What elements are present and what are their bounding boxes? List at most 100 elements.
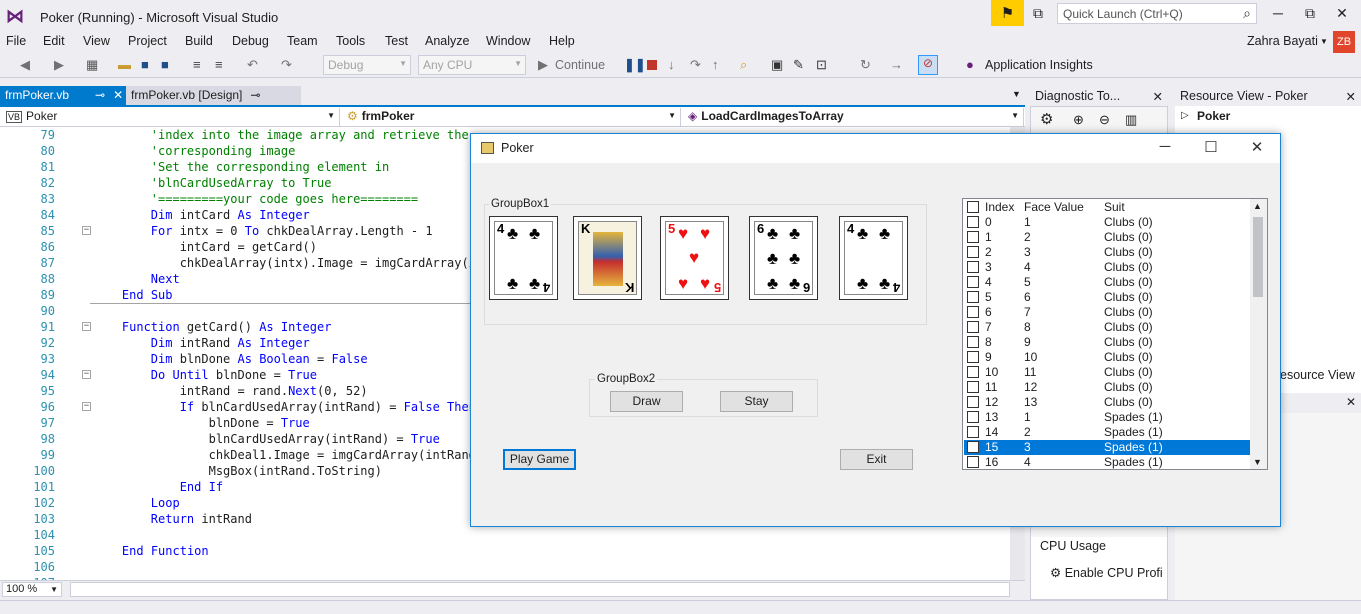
menu-project[interactable]: Project <box>128 34 167 48</box>
lock-icon[interactable]: ⊡ <box>816 57 827 73</box>
editor-horizontal-scrollbar[interactable] <box>70 582 1010 597</box>
refresh-icon[interactable]: ↻ <box>860 57 871 73</box>
list-item[interactable]: 6 7 Clubs (0) <box>964 305 1250 320</box>
list-item[interactable]: 15 3 Spades (1) <box>964 440 1250 455</box>
card-3[interactable]: 5 ♥ ♥ ♥ ♥ ♥ 5 <box>660 216 729 300</box>
find-icon[interactable]: ⌕ <box>740 57 747 73</box>
minimize-button[interactable]: ─ <box>1266 5 1290 25</box>
stop-icon[interactable] <box>647 60 657 70</box>
save-all-icon[interactable]: ■ <box>161 57 169 72</box>
list-item[interactable]: 2 3 Clubs (0) <box>964 245 1250 260</box>
configuration-select[interactable]: Debug ▼ <box>323 55 411 75</box>
notification-flag-icon[interactable]: ⚑ <box>991 0 1024 26</box>
column-face-value[interactable]: Face Value <box>1024 200 1084 215</box>
scroll-down-icon[interactable]: ▼ <box>1253 457 1262 467</box>
collapse-icon[interactable]: − <box>82 370 91 379</box>
tab-frmpoker-design[interactable]: frmPoker.vb [Design] ⊸ <box>126 86 301 105</box>
class-select[interactable]: ⚙ frmPoker ▼ <box>343 108 681 126</box>
diagnostic-tools-header[interactable]: Diagnostic To... ✕ <box>1030 86 1168 106</box>
forward-icon[interactable]: ▶ <box>54 57 64 73</box>
menu-team[interactable]: Team <box>287 34 318 48</box>
application-insights-button[interactable]: Application Insights <box>985 58 1093 72</box>
exit-button[interactable]: Exit <box>840 449 913 470</box>
menu-test[interactable]: Test <box>385 34 408 48</box>
close-icon[interactable]: ✕ <box>1153 89 1163 104</box>
tab-overflow-icon[interactable]: ▼ <box>1012 89 1021 99</box>
user-name[interactable]: Zahra Bayati <box>1247 34 1318 48</box>
step-out-icon[interactable]: ↑ <box>712 57 719 72</box>
pin-icon[interactable]: ⊸ <box>250 88 260 102</box>
list-item[interactable]: 5 6 Clubs (0) <box>964 290 1250 305</box>
row-checkbox[interactable] <box>967 216 979 228</box>
row-checkbox[interactable] <box>967 231 979 243</box>
menu-edit[interactable]: Edit <box>43 34 65 48</box>
continue-button[interactable]: Continue <box>555 58 605 72</box>
list-item[interactable]: 0 1 Clubs (0) <box>964 215 1250 230</box>
menu-debug[interactable]: Debug <box>232 34 269 48</box>
code-line[interactable]: 105 End Function <box>0 544 1010 560</box>
uncomment-icon[interactable]: ≡ <box>215 57 223 72</box>
menu-help[interactable]: Help <box>549 34 575 48</box>
chart-icon[interactable]: ▥ <box>1125 112 1137 128</box>
maximize-button[interactable]: ⧉ <box>1298 5 1322 25</box>
collapse-icon[interactable]: − <box>82 322 91 331</box>
list-scrollbar[interactable]: ▲ ▼ <box>1250 199 1267 469</box>
list-item[interactable]: 1 2 Clubs (0) <box>964 230 1250 245</box>
platform-select[interactable]: Any CPU ▼ <box>418 55 526 75</box>
menu-tools[interactable]: Tools <box>336 34 365 48</box>
card-4[interactable]: 6 ♣ ♣ ♣ ♣ ♣ ♣ 6 <box>749 216 818 300</box>
poker-close-button[interactable]: ✕ <box>1235 138 1279 158</box>
enable-cpu-profiling-button[interactable]: ⚙ Enable CPU Profi <box>1050 565 1163 580</box>
continue-icon[interactable]: ▶ <box>538 57 548 73</box>
row-checkbox[interactable] <box>967 411 979 423</box>
row-checkbox[interactable] <box>967 321 979 333</box>
resource-node-poker[interactable]: Poker <box>1197 109 1230 123</box>
row-checkbox[interactable] <box>967 381 979 393</box>
close-icon[interactable]: ✕ <box>113 88 123 102</box>
play-game-button[interactable]: Play Game <box>503 449 576 470</box>
list-item[interactable]: 8 9 Clubs (0) <box>964 335 1250 350</box>
exception-settings-icon[interactable]: ⊘ <box>918 55 938 75</box>
gear-icon[interactable]: ⚙ <box>1040 110 1053 128</box>
column-index[interactable]: Index <box>985 200 1014 215</box>
row-checkbox[interactable] <box>967 456 979 468</box>
close-icon[interactable]: ✕ <box>1346 89 1356 104</box>
list-item[interactable]: 7 8 Clubs (0) <box>964 320 1250 335</box>
row-checkbox[interactable] <box>967 246 979 258</box>
open-icon[interactable]: ▬ <box>118 57 131 72</box>
project-select[interactable]: VB Poker ▼ <box>2 108 340 126</box>
insights-bulb-icon[interactable]: ● <box>966 57 974 72</box>
menu-file[interactable]: File <box>6 34 26 48</box>
list-item[interactable]: 14 2 Spades (1) <box>964 425 1250 440</box>
header-checkbox[interactable] <box>967 201 979 213</box>
list-item[interactable]: 9 10 Clubs (0) <box>964 350 1250 365</box>
list-item[interactable]: 10 11 Clubs (0) <box>964 365 1250 380</box>
menu-analyze[interactable]: Analyze <box>425 34 469 48</box>
pin-icon[interactable]: ⊸ <box>95 88 105 102</box>
window-icon[interactable]: ▣ <box>771 57 783 73</box>
row-checkbox[interactable] <box>967 441 979 453</box>
poker-maximize-button[interactable]: ☐ <box>1189 138 1233 158</box>
row-checkbox[interactable] <box>967 291 979 303</box>
row-checkbox[interactable] <box>967 396 979 408</box>
zoom-in-icon[interactable]: ⊕ <box>1073 112 1084 128</box>
list-item[interactable]: 12 13 Clubs (0) <box>964 395 1250 410</box>
close-icon[interactable]: ✕ <box>1346 395 1356 409</box>
list-item[interactable]: 13 1 Spades (1) <box>964 410 1250 425</box>
card-2[interactable]: KK <box>573 216 642 300</box>
zoom-select[interactable]: 100 % ▼ <box>2 582 62 597</box>
list-item[interactable]: 3 4 Clubs (0) <box>964 260 1250 275</box>
scroll-up-icon[interactable]: ▲ <box>1253 201 1262 211</box>
close-button[interactable]: ✕ <box>1330 5 1354 25</box>
resource-view-tab[interactable]: esource View <box>1280 368 1355 382</box>
card-listview[interactable]: Index Face Value Suit ▲ ▼ 0 1 Clubs (0) 1 2 C… <box>962 198 1268 470</box>
avatar[interactable]: ZB <box>1333 31 1355 53</box>
row-checkbox[interactable] <box>967 366 979 378</box>
redo-icon[interactable]: ↷ <box>281 57 292 73</box>
resource-view-header[interactable]: Resource View - Poker ✕ <box>1175 86 1361 106</box>
row-checkbox[interactable] <box>967 306 979 318</box>
card-1[interactable]: 4 ♣ ♣ ♣ ♣ 4 <box>489 216 558 300</box>
stay-button[interactable]: Stay <box>720 391 793 412</box>
collapse-icon[interactable]: − <box>82 402 91 411</box>
row-checkbox[interactable] <box>967 426 979 438</box>
